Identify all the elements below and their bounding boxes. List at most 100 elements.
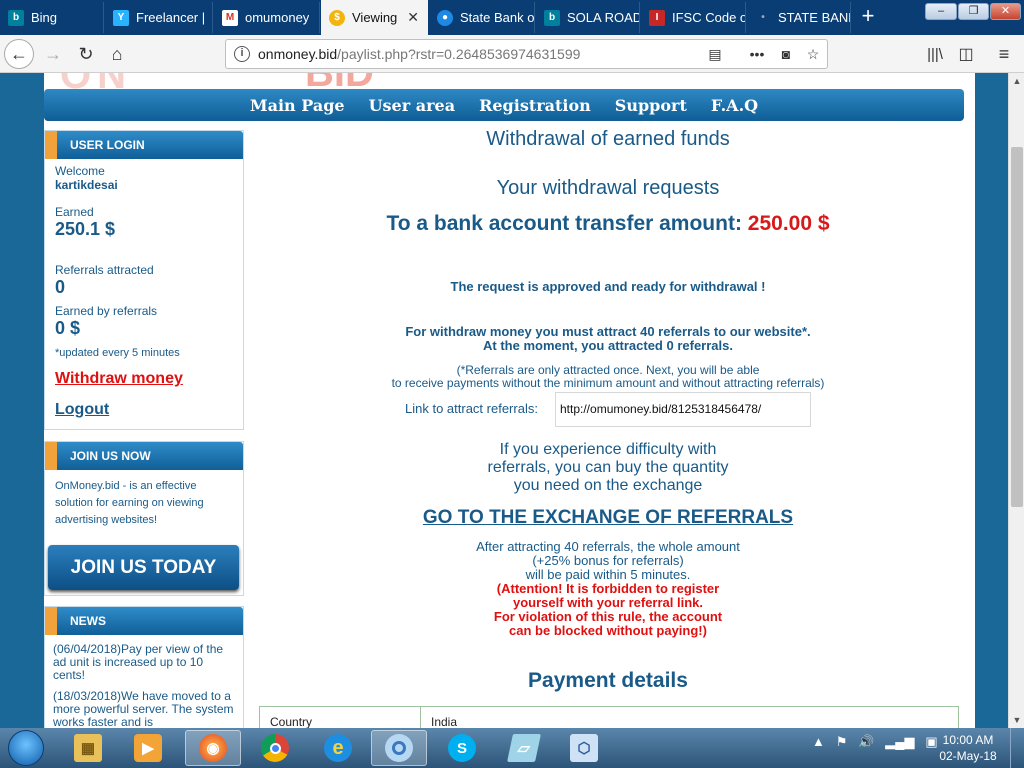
menu-support[interactable]: Support <box>603 96 699 115</box>
referral-note: (*Referrals are only attracted once. Nex… <box>258 364 958 390</box>
reload-button[interactable]: ↻ <box>71 39 101 69</box>
referrals-value: 0 <box>55 277 66 297</box>
earned-label: Earned <box>55 205 94 219</box>
home-button[interactable]: ⌂ <box>102 39 132 69</box>
bing-icon: b <box>8 9 24 26</box>
warning-line: yourself with your referral link. <box>513 595 703 610</box>
page-background-right <box>975 73 1008 728</box>
url-bar[interactable]: i onmoney.bid/paylist.php?rstr=0.2648536… <box>225 39 828 69</box>
payout-info-line: After attracting 40 referrals, the whole… <box>476 539 740 554</box>
navigation-toolbar: ← → ↻ ⌂ i onmoney.bid/paylist.php?rstr=0… <box>0 35 1024 73</box>
virtualbox-taskbar-icon[interactable]: ⬡ <box>556 730 612 766</box>
library-icon[interactable]: |||\ <box>920 39 950 69</box>
action-center-icon[interactable]: ⚑ <box>836 734 848 749</box>
tab-bar: b Bing Y Freelancer | M omumoney $ Viewi… <box>0 0 1024 35</box>
exchange-hint-line: you need on the exchange <box>513 477 703 494</box>
scroll-down-arrow-icon[interactable]: ▼ <box>1009 712 1024 728</box>
explorer-taskbar-icon[interactable]: ▦ <box>60 730 116 766</box>
updated-note: *updated every 5 minutes <box>55 347 180 359</box>
payout-info-line: will be paid within 5 minutes. <box>525 567 691 582</box>
tab-viewing[interactable]: $ Viewing ✕ <box>321 0 428 35</box>
payout-info-line: (+25% bonus for referrals) <box>532 553 684 568</box>
exchange-hint-line: referrals, you can buy the quantity <box>487 459 729 476</box>
sbi-icon: ● <box>437 9 453 26</box>
sidebar-icon[interactable]: ◫ <box>951 39 981 69</box>
ifsc-icon: I <box>649 9 665 26</box>
exchange-referrals-link[interactable]: GO TO THE EXCHANGE OF REFERRALS <box>258 507 958 529</box>
attention-warning: (Attention! It is forbidden to register … <box>258 582 958 638</box>
pocket-icon[interactable]: ◙ <box>775 40 797 68</box>
logout-link[interactable]: Logout <box>55 401 243 419</box>
menu-main-page[interactable]: Main Page <box>238 96 357 115</box>
chrome-app-taskbar-icon[interactable] <box>371 730 427 766</box>
chrome-taskbar-icon[interactable] <box>247 730 303 766</box>
tab-bing[interactable]: b Bing <box>0 2 104 33</box>
system-clock[interactable]: 10:00 AM 02-May-18 <box>932 732 1004 764</box>
menu-registration[interactable]: Registration <box>467 96 603 115</box>
new-tab-button[interactable]: + <box>857 4 879 30</box>
show-hidden-icons-icon[interactable]: ▲ <box>812 734 825 749</box>
forward-button[interactable]: → <box>38 39 68 69</box>
tab-state-bank[interactable]: ● State Bank o <box>429 2 535 33</box>
referral-link-field[interactable]: http://omumoney.bid/8125318456478/ <box>555 392 811 427</box>
page-viewport: ON BID Main Page User area Registration … <box>0 73 1008 728</box>
transfer-amount: To a bank account transfer amount: 250.0… <box>258 212 958 236</box>
join-us-today-button[interactable]: JOIN US TODAY <box>48 545 239 590</box>
join-description: OnMoney.bid - is an effective solution f… <box>55 480 204 526</box>
reader-view-icon[interactable]: ▤ <box>704 40 726 68</box>
dot-icon: • <box>761 12 765 23</box>
tab-freelancer[interactable]: Y Freelancer | <box>105 2 213 33</box>
notes-taskbar-icon[interactable]: ▱ <box>496 730 552 766</box>
menu-user-area[interactable]: User area <box>357 96 467 115</box>
user-login-panel: USER LOGIN Welcome kartikdesai Earned 25… <box>44 130 244 430</box>
transfer-amount-value: 250.00 $ <box>747 212 830 235</box>
tab-ifsc[interactable]: I IFSC Code o <box>641 2 746 33</box>
internet-explorer-taskbar-icon[interactable]: e <box>310 730 366 766</box>
username: kartikdesai <box>55 178 118 192</box>
close-tab-icon[interactable]: ✕ <box>407 9 419 26</box>
welcome-label: Welcome <box>55 164 105 178</box>
table-cell-key: Country <box>260 707 421 728</box>
bing-icon: b <box>544 9 560 26</box>
info-icon[interactable]: i <box>234 46 250 62</box>
transfer-amount-label: To a bank account transfer amount: <box>386 212 742 235</box>
network-icon[interactable]: ▂▄▆ <box>885 734 914 749</box>
tab-omumoney[interactable]: M omumoney <box>214 2 320 33</box>
join-us-panel: JOIN US NOW OnMoney.bid - is an effectiv… <box>44 441 244 596</box>
clock-date: 02-May-18 <box>939 749 997 763</box>
news-item: (18/03/2018)We have moved to a more powe… <box>53 689 234 729</box>
close-window-button[interactable]: ✕ <box>990 3 1021 20</box>
referral-status-line: At the moment, you attracted 0 referrals… <box>483 338 733 353</box>
back-button[interactable]: ← <box>4 39 34 69</box>
tab-state-bank-2[interactable]: • STATE BANK <box>747 2 851 33</box>
vertical-scrollbar[interactable]: ▲ ▼ <box>1008 73 1024 728</box>
requests-heading: Your withdrawal requests <box>496 177 720 199</box>
tab-sola-road[interactable]: b SOLA ROAD <box>536 2 640 33</box>
payment-details-heading: Payment details <box>528 669 688 692</box>
menu-faq[interactable]: F.A.Q <box>699 96 770 115</box>
system-tray: ▲ ⚑ 🔊 ▂▄▆ ▣ <box>812 734 938 750</box>
menu-icon[interactable]: ≡ <box>989 39 1019 69</box>
payment-details-table: Country India <box>259 706 959 728</box>
user-login-heading: USER LOGIN <box>45 131 243 159</box>
start-button[interactable] <box>8 730 44 766</box>
firefox-taskbar-icon[interactable]: ◉ <box>185 730 241 766</box>
skype-taskbar-icon[interactable]: S <box>434 730 490 766</box>
page-title: Withdrawal of earned funds <box>486 128 730 150</box>
volume-icon[interactable]: 🔊 <box>858 734 874 749</box>
payout-info: After attracting 40 referrals, the whole… <box>258 540 958 582</box>
exchange-hint: If you experience difficulty with referr… <box>258 441 958 495</box>
scrollbar-thumb[interactable] <box>1011 147 1023 507</box>
withdraw-money-link[interactable]: Withdraw money <box>55 370 243 388</box>
bookmark-star-icon[interactable]: ☆ <box>802 40 824 68</box>
media-player-taskbar-icon[interactable]: ▶ <box>120 730 176 766</box>
scroll-up-arrow-icon[interactable]: ▲ <box>1009 73 1024 89</box>
referral-link-label: Link to attract referrals: <box>405 401 538 416</box>
page-actions-icon[interactable]: ••• <box>746 40 768 68</box>
windows-taskbar: ▦ ▶ ◉ e S ▱ ⬡ ▲ ⚑ 🔊 ▂▄▆ ▣ 10:00 AM 02-Ma… <box>0 728 1024 768</box>
page-background-left <box>0 73 44 728</box>
show-desktop-button[interactable] <box>1010 728 1024 768</box>
join-us-heading: JOIN US NOW <box>45 442 243 470</box>
minimize-button[interactable]: – <box>925 3 957 20</box>
maximize-button[interactable]: ❐ <box>958 3 989 20</box>
